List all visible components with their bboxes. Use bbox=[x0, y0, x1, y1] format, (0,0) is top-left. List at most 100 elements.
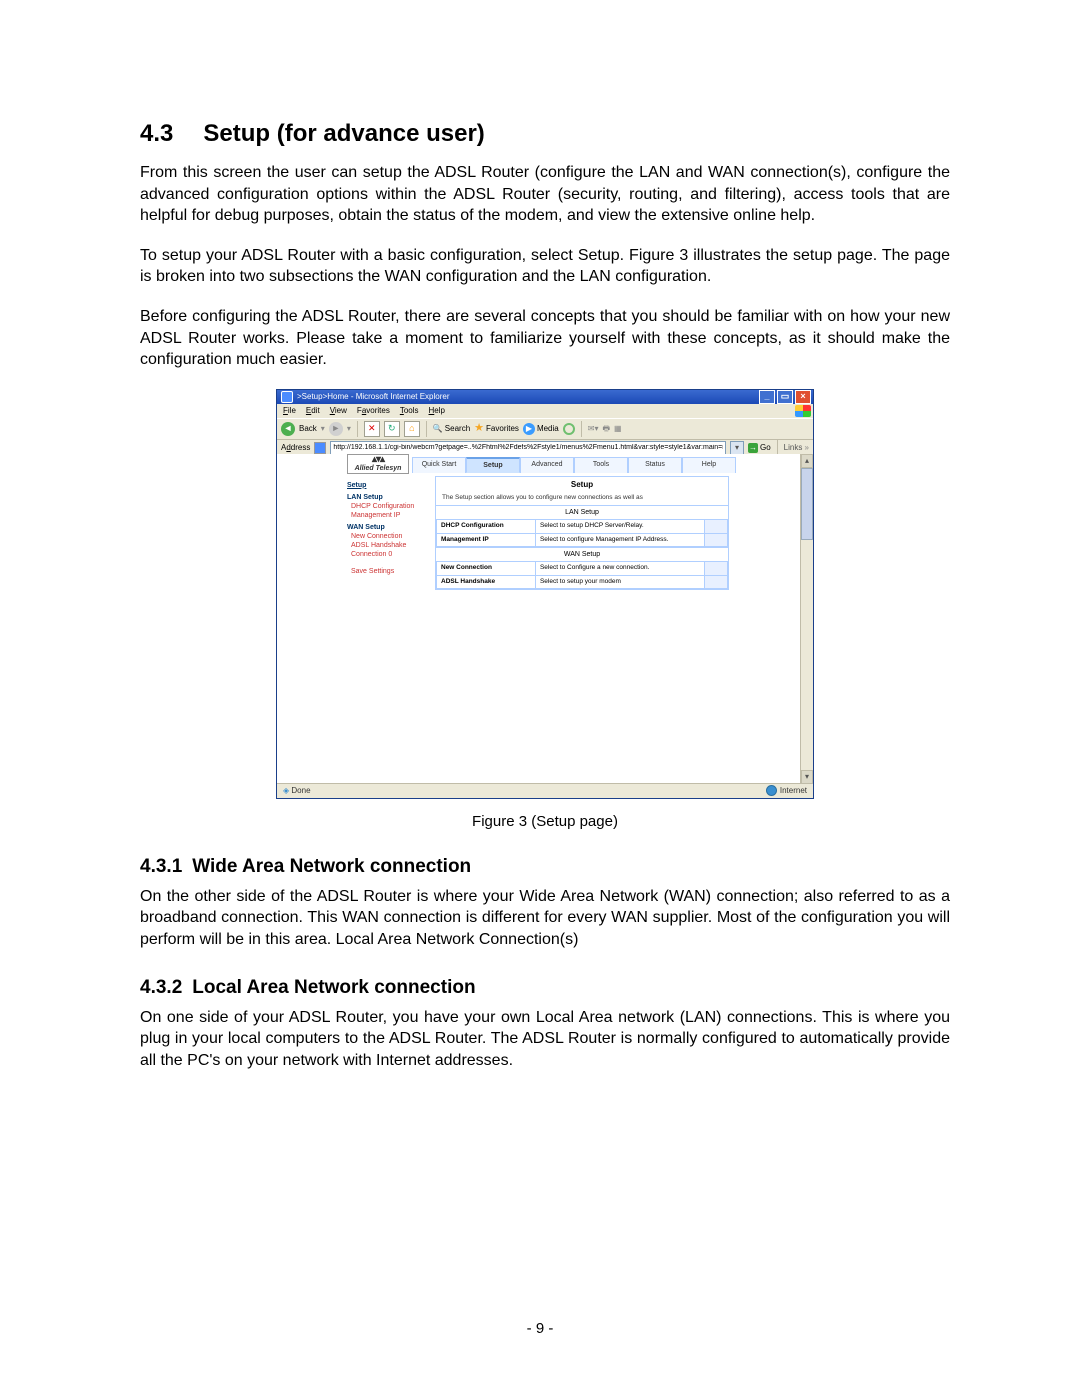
menu-file[interactable]: File bbox=[283, 407, 296, 415]
page-number: - 9 - bbox=[0, 1320, 1080, 1337]
row-desc: Select to setup your modem bbox=[535, 575, 704, 589]
windows-flag-icon bbox=[795, 405, 811, 417]
favorites-button[interactable]: ★Favorites bbox=[474, 423, 519, 434]
vertical-scrollbar[interactable]: ▴ ▾ bbox=[800, 454, 813, 784]
sidebar-connection-0[interactable]: Connection 0 bbox=[351, 551, 427, 558]
paragraph: To setup your ADSL Router with a basic c… bbox=[140, 245, 950, 288]
row-key: New Connection bbox=[437, 562, 536, 576]
maximize-button[interactable]: ▭ bbox=[777, 390, 793, 404]
window-controls: _ ▭ × bbox=[759, 390, 813, 404]
ie-toolbar: ◄ Back ▾ ► ▾ ✕ ↻ ⌂ 🔍Search ★Favorites ▶M… bbox=[277, 418, 813, 440]
status-zone: Internet bbox=[766, 785, 807, 796]
address-label: Address bbox=[281, 444, 310, 452]
forward-button[interactable]: ► bbox=[329, 422, 343, 436]
sidebar-dhcp-config[interactable]: DHCP Configuration bbox=[351, 503, 427, 510]
panel-lan-sub: LAN Setup bbox=[436, 505, 728, 519]
sidebar-adsl-handshake[interactable]: ADSL Handshake bbox=[351, 542, 427, 549]
wan-table: New Connection Select to Configure a new… bbox=[436, 561, 728, 589]
subsection-heading: 4.3.1Wide Area Network connection bbox=[140, 856, 950, 878]
sidebar-management-ip[interactable]: Management IP bbox=[351, 512, 427, 519]
menu-tools[interactable]: Tools bbox=[400, 407, 419, 415]
home-button[interactable]: ⌂ bbox=[404, 421, 420, 437]
lan-table: DHCP Configuration Select to setup DHCP … bbox=[436, 519, 728, 547]
panel-note: The Setup section allows you to configur… bbox=[436, 493, 728, 506]
row-desc: Select to configure Management IP Addres… bbox=[535, 533, 704, 547]
minimize-button[interactable]: _ bbox=[759, 390, 775, 404]
section-number: 4.3 bbox=[140, 120, 173, 148]
back-button[interactable]: ◄ bbox=[281, 422, 295, 436]
sidebar-lan-heading: LAN Setup bbox=[347, 494, 427, 501]
history-button[interactable] bbox=[563, 423, 575, 435]
scroll-thumb[interactable] bbox=[801, 468, 813, 540]
tab-status[interactable]: Status bbox=[628, 457, 682, 473]
print-button[interactable]: 🖶 bbox=[602, 425, 610, 433]
status-left: ◈ Done bbox=[283, 787, 311, 795]
back-dropdown[interactable]: ▾ bbox=[321, 425, 325, 433]
ie-viewport: ▴▾▴ Allied Telesyn Quick Start Setup Adv… bbox=[277, 454, 813, 784]
menu-favorites[interactable]: Favorites bbox=[357, 407, 390, 415]
section-title: Setup (for advance user) bbox=[203, 120, 484, 147]
address-input[interactable] bbox=[330, 441, 726, 455]
router-tabs: Quick Start Setup Advanced Tools Status … bbox=[412, 457, 736, 473]
table-row: New Connection Select to Configure a new… bbox=[437, 562, 728, 576]
paragraph: Before configuring the ADSL Router, ther… bbox=[140, 306, 950, 371]
tab-advanced[interactable]: Advanced bbox=[520, 457, 574, 473]
sidebar-wan-heading: WAN Setup bbox=[347, 524, 427, 531]
forward-dropdown[interactable]: ▾ bbox=[347, 425, 351, 433]
paragraph: On the other side of the ADSL Router is … bbox=[140, 886, 950, 951]
menu-view[interactable]: View bbox=[330, 407, 347, 415]
row-action-button[interactable] bbox=[704, 562, 727, 576]
row-action-button[interactable] bbox=[704, 533, 727, 547]
sidebar-heading: Setup bbox=[347, 482, 427, 489]
panel-wan-sub: WAN Setup bbox=[436, 547, 728, 561]
table-row: ADSL Handshake Select to setup your mode… bbox=[437, 575, 728, 589]
scroll-track[interactable] bbox=[801, 468, 813, 770]
internet-zone-icon bbox=[766, 785, 777, 796]
media-button[interactable]: ▶Media bbox=[523, 423, 559, 435]
tab-help[interactable]: Help bbox=[682, 457, 736, 473]
menu-edit[interactable]: Edit bbox=[306, 407, 320, 415]
close-button[interactable]: × bbox=[795, 390, 811, 404]
stop-button[interactable]: ✕ bbox=[364, 421, 380, 437]
row-key: DHCP Configuration bbox=[437, 520, 536, 534]
setup-panel: Setup The Setup section allows you to co… bbox=[435, 476, 729, 591]
sidebar-save-settings[interactable]: Save Settings bbox=[351, 568, 427, 575]
section-heading: 4.3 Setup (for advance user) bbox=[140, 120, 950, 148]
refresh-button[interactable]: ↻ bbox=[384, 421, 400, 437]
edit-button[interactable]: ▦ bbox=[614, 425, 622, 433]
menu-help[interactable]: Help bbox=[429, 407, 445, 415]
back-label[interactable]: Back bbox=[299, 425, 317, 433]
ie-menubar: File Edit View Favorites Tools Help bbox=[277, 404, 813, 418]
links-button[interactable]: Links bbox=[784, 444, 809, 452]
table-row: Management IP Select to configure Manage… bbox=[437, 533, 728, 547]
tab-setup[interactable]: Setup bbox=[466, 457, 520, 473]
row-desc: Select to Configure a new connection. bbox=[535, 562, 704, 576]
row-action-button[interactable] bbox=[704, 575, 727, 589]
ie-statusbar: ◈ Done Internet bbox=[277, 783, 813, 798]
subsection-heading: 4.3.2Local Area Network connection bbox=[140, 977, 950, 999]
ie-window-title: >Setup>Home - Microsoft Internet Explore… bbox=[297, 393, 450, 401]
ie-titlebar: >Setup>Home - Microsoft Internet Explore… bbox=[277, 390, 813, 404]
table-row: DHCP Configuration Select to setup DHCP … bbox=[437, 520, 728, 534]
router-sidebar: Setup LAN Setup DHCP Configuration Manag… bbox=[347, 482, 427, 577]
brand-logo: ▴▾▴ Allied Telesyn bbox=[347, 454, 409, 474]
figure-caption: Figure 3 (Setup page) bbox=[140, 813, 950, 830]
row-key: Management IP bbox=[437, 533, 536, 547]
search-button[interactable]: 🔍Search bbox=[433, 425, 470, 433]
row-action-button[interactable] bbox=[704, 520, 727, 534]
panel-title: Setup bbox=[436, 477, 728, 493]
mail-button[interactable]: ✉▾ bbox=[588, 425, 599, 433]
row-key: ADSL Handshake bbox=[437, 575, 536, 589]
scroll-down-button[interactable]: ▾ bbox=[801, 770, 813, 784]
tab-quick-start[interactable]: Quick Start bbox=[412, 457, 466, 473]
document-page: 4.3 Setup (for advance user) From this sc… bbox=[0, 0, 1080, 1397]
paragraph: From this screen the user can setup the … bbox=[140, 162, 950, 227]
tab-tools[interactable]: Tools bbox=[574, 457, 628, 473]
ie-app-icon bbox=[281, 391, 293, 403]
go-button[interactable]: →Go bbox=[748, 443, 771, 453]
ie-window: >Setup>Home - Microsoft Internet Explore… bbox=[276, 389, 814, 799]
address-dropdown[interactable]: ▾ bbox=[730, 441, 744, 455]
sidebar-new-connection[interactable]: New Connection bbox=[351, 533, 427, 540]
scroll-up-button[interactable]: ▴ bbox=[801, 454, 813, 468]
row-desc: Select to setup DHCP Server/Relay. bbox=[535, 520, 704, 534]
